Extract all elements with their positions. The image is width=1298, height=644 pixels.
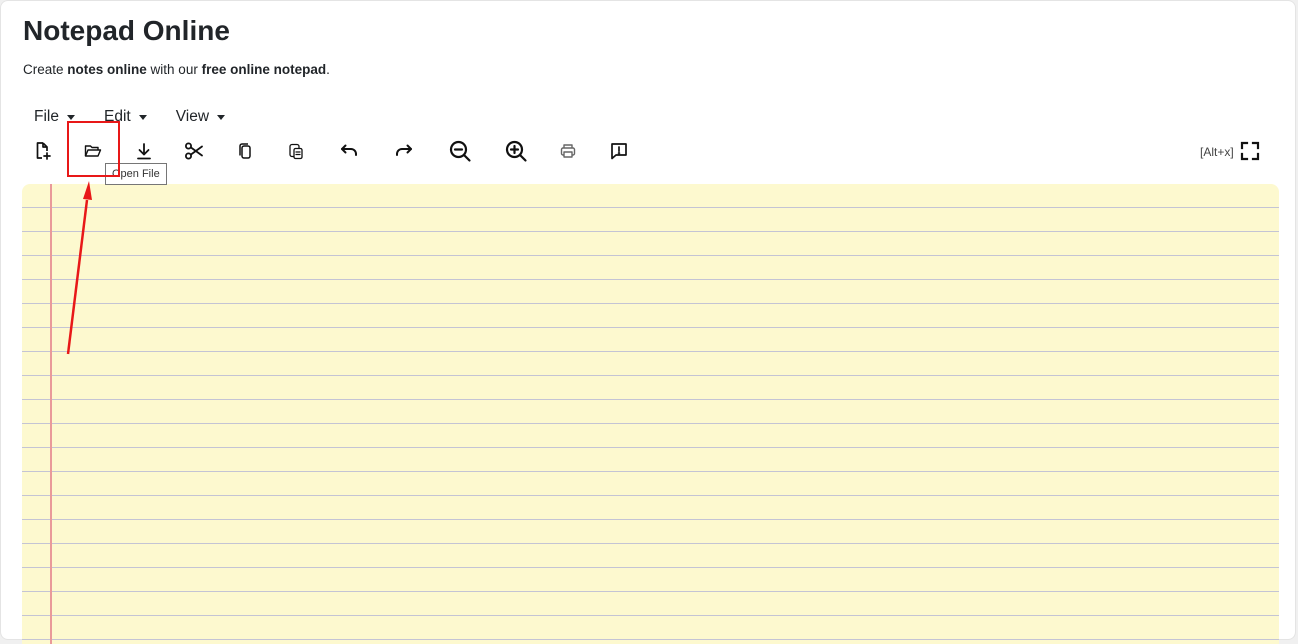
file-plus-icon: [36, 142, 51, 160]
page-subtitle: Create notes online with our free online…: [23, 62, 330, 77]
paste-icon: [289, 143, 303, 160]
caret-down-icon: [138, 114, 147, 120]
printer-icon: [560, 144, 576, 158]
print-button[interactable]: [555, 138, 581, 164]
undo-button[interactable]: [336, 138, 362, 164]
save-button[interactable]: [131, 138, 157, 164]
notepad-textarea[interactable]: [22, 184, 1279, 644]
zoom-in-button[interactable]: [503, 138, 529, 164]
copy-icon: [239, 143, 251, 159]
redo-icon: [396, 144, 412, 156]
new-file-button[interactable]: [29, 138, 55, 164]
feedback-button[interactable]: [606, 138, 632, 164]
scissors-icon: [185, 142, 203, 160]
editor-wrapper: [22, 184, 1279, 644]
zoom-in-icon: [505, 140, 527, 162]
zoom-out-icon: [449, 140, 471, 162]
paste-button[interactable]: [283, 138, 309, 164]
copy-button[interactable]: [232, 138, 258, 164]
redo-button[interactable]: [391, 138, 417, 164]
cut-button[interactable]: [181, 138, 207, 164]
menu-view[interactable]: View: [176, 106, 226, 128]
fullscreen-icon: [1240, 141, 1260, 161]
page-title: Notepad Online: [23, 15, 230, 46]
zoom-out-button[interactable]: [447, 138, 473, 164]
caret-down-icon: [66, 114, 75, 120]
alert-message-icon: [611, 143, 627, 160]
undo-icon: [341, 144, 357, 156]
annotation-highlight-box: [67, 121, 120, 177]
caret-down-icon: [217, 114, 226, 120]
fullscreen-button[interactable]: [1237, 138, 1263, 164]
fullscreen-shortcut-hint: [Alt+x]: [1200, 145, 1234, 159]
download-icon: [137, 143, 151, 160]
